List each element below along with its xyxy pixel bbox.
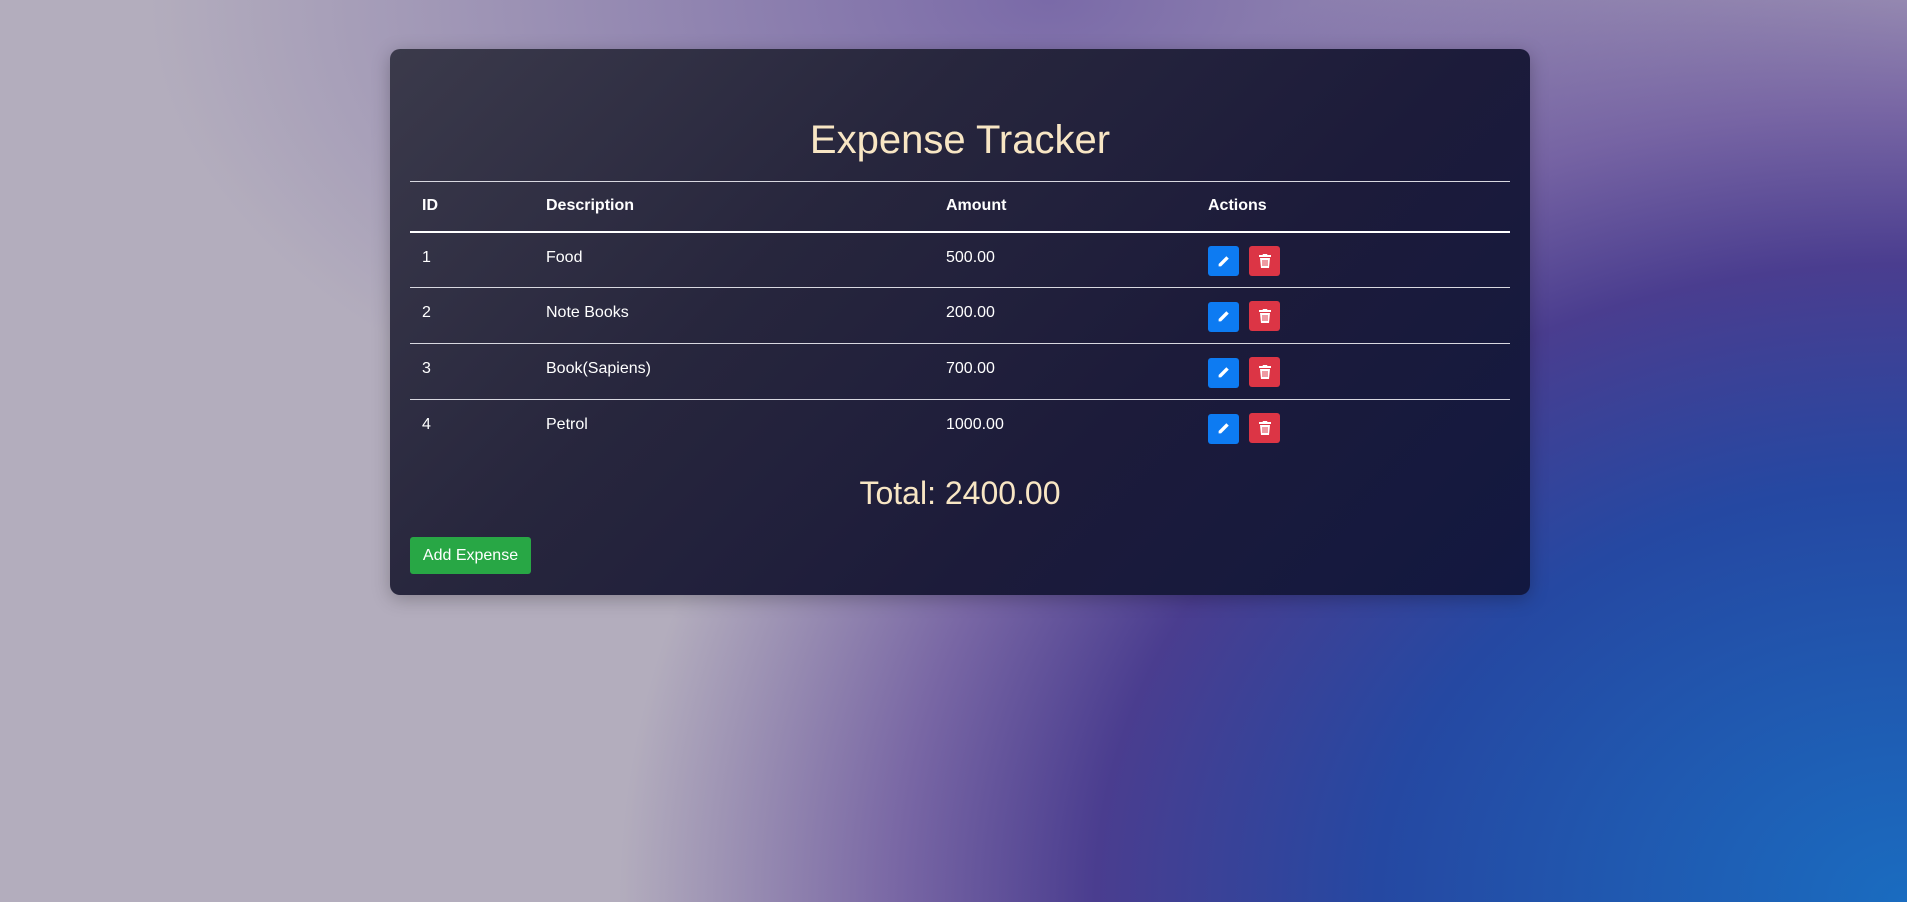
pencil-icon — [1218, 423, 1229, 434]
cell-actions — [1196, 288, 1510, 344]
page-title: Expense Tracker — [809, 118, 1111, 162]
total-amount: Total: 2400.00 — [859, 475, 1061, 511]
add-expense-button[interactable]: Add Expense — [410, 537, 531, 574]
pencil-icon — [1218, 367, 1229, 378]
table-row: 4 Petrol 1000.00 — [410, 400, 1510, 456]
table-row: 3 Book(Sapiens) 700.00 — [410, 344, 1510, 400]
cell-description: Food — [546, 248, 583, 266]
expense-card: Expense Tracker ID Description Amount Ac… — [390, 49, 1530, 595]
cell-id: 3 — [422, 360, 431, 377]
trash-icon — [1258, 421, 1271, 435]
pencil-icon — [1218, 311, 1229, 322]
header-description: Description — [546, 197, 635, 215]
table-row: 1 Food 500.00 — [410, 232, 1510, 288]
delete-button[interactable] — [1249, 301, 1281, 331]
delete-button[interactable] — [1249, 413, 1281, 443]
cell-description: Note Books — [546, 304, 629, 321]
cell-actions — [1196, 400, 1510, 456]
pencil-icon — [1218, 255, 1229, 266]
cell-actions — [1196, 232, 1510, 288]
edit-button[interactable] — [1208, 301, 1239, 332]
table-body: 1 Food 500.00 2 Note Books 200.00 3 Book… — [410, 232, 1510, 456]
edit-button[interactable] — [1208, 413, 1239, 444]
trash-icon — [1258, 309, 1271, 323]
cell-id: 1 — [422, 248, 431, 266]
cell-amount: 700.00 — [946, 360, 995, 377]
edit-button[interactable] — [1208, 246, 1239, 276]
edit-button[interactable] — [1208, 357, 1239, 388]
header-actions: Actions — [1208, 197, 1267, 215]
table-row: 2 Note Books 200.00 — [410, 288, 1510, 344]
delete-button[interactable] — [1249, 357, 1281, 387]
cell-amount: 1000.00 — [946, 416, 1004, 433]
cell-actions — [1196, 344, 1510, 400]
header-id: ID — [422, 197, 438, 215]
table-header: ID Description Amount Actions — [410, 181, 1510, 232]
trash-icon — [1258, 365, 1271, 379]
cell-amount: 500.00 — [946, 248, 995, 266]
cell-description: Book(Sapiens) — [546, 360, 651, 377]
delete-button[interactable] — [1249, 245, 1281, 276]
expense-table: ID Description Amount Actions 1 Food 500… — [410, 181, 1510, 456]
cell-amount: 200.00 — [946, 304, 995, 321]
cell-id: 4 — [422, 416, 431, 433]
trash-icon — [1258, 253, 1271, 268]
cell-description: Petrol — [546, 416, 588, 433]
header-amount: Amount — [946, 197, 1007, 215]
cell-id: 2 — [422, 304, 431, 321]
header-row: ID Description Amount Actions — [410, 181, 1510, 232]
